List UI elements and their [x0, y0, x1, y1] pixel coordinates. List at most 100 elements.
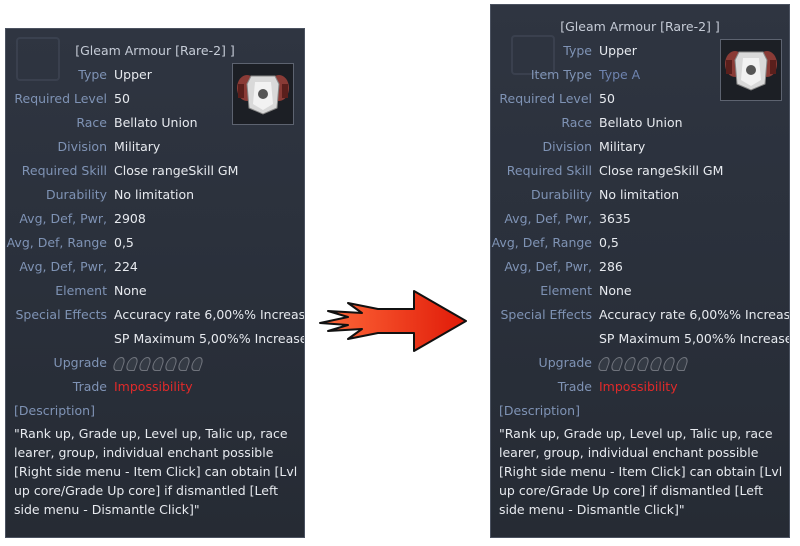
stat-value: Accuracy rate 6,00%% Increase [599, 307, 790, 322]
stat-label: Avg, Def, Pwr, [504, 259, 592, 274]
stat-row-special-effects: Special Effects Accuracy rate 6,00%% Inc… [6, 307, 305, 327]
stat-row-race: Race Bellato Union [491, 115, 789, 135]
talic-slot-icon [596, 357, 612, 371]
talic-slot-icon [137, 357, 153, 371]
talic-slot-icon [622, 357, 638, 371]
stat-label: Avg, Def, Range [491, 235, 592, 250]
talic-slot-icon [648, 357, 664, 371]
stat-value: 3635 [599, 211, 631, 226]
stat-label: Type [78, 67, 107, 82]
stat-value: Close rangeSkill GM [114, 163, 239, 178]
stat-label: Upgrade [538, 355, 592, 370]
stat-row-def-range: Avg, Def, Range 0,5 [491, 235, 789, 255]
stat-label: Required Level [499, 91, 592, 106]
talic-slot-icon [124, 357, 140, 371]
stat-row-race: Race Bellato Union [6, 115, 304, 135]
talic-slot-icon [635, 357, 651, 371]
stat-label: Special Effects [500, 307, 593, 322]
stat-row-trade: Trade Impossibility [6, 379, 304, 399]
stat-value: Military [114, 139, 161, 154]
stat-label: Required Skill [506, 163, 592, 178]
stat-row-durability: Durability No limitation [6, 187, 304, 207]
description-text: "Rank up, Grade up, Level up, Talic up, … [499, 426, 783, 517]
stat-label: Upgrade [53, 355, 107, 370]
stat-value: Bellato Union [599, 115, 683, 130]
stat-label: Race [561, 115, 592, 130]
stat-row-special-effects: Special Effects Accuracy rate 6,00%% Inc… [491, 307, 790, 327]
stat-label: Trade [72, 379, 107, 394]
stat-row-trade: Trade Impossibility [491, 379, 789, 399]
stat-label: Trade [557, 379, 592, 394]
stat-row-def-power: Avg, Def, Pwr, 3635 [491, 211, 789, 231]
stat-value: Bellato Union [114, 115, 198, 130]
stat-value: 2908 [114, 211, 146, 226]
description-header: [Description] [499, 403, 580, 418]
stat-row-required-skill: Required Skill Close rangeSkill GM [6, 163, 304, 183]
stat-row-required-skill: Required Skill Close rangeSkill GM [491, 163, 789, 183]
stat-row-required-level: Required Level 50 [6, 91, 304, 111]
stat-row-division: Division Military [491, 139, 789, 159]
talic-slot-icon [189, 357, 205, 371]
stat-row-type: Type Upper [491, 43, 789, 63]
stat-value: Impossibility [599, 379, 678, 394]
stat-label: Type [563, 43, 592, 58]
stat-value: 0,5 [599, 235, 619, 250]
stat-value: SP Maximum 5,00%% Increase [114, 331, 305, 346]
stat-value: None [114, 283, 147, 298]
stat-value: 50 [114, 91, 130, 106]
stat-label: Special Effects [15, 307, 108, 322]
stat-row-type: Type Upper [6, 67, 304, 87]
stat-value: Military [599, 139, 646, 154]
stat-value: 50 [599, 91, 615, 106]
talic-slot-icon [163, 357, 179, 371]
stat-row-division: Division Military [6, 139, 304, 159]
stat-row-upgrade: Upgrade [491, 355, 789, 375]
stat-value: Upper [114, 67, 152, 82]
stat-label: Avg, Def, Range [6, 235, 107, 250]
stat-row-required-level: Required Level 50 [491, 91, 789, 111]
stat-row-element: Element None [6, 283, 304, 303]
stat-label: Avg, Def, Pwr, [19, 259, 107, 274]
stat-value: Accuracy rate 6,00%% Increase [114, 307, 305, 322]
stat-label: Division [57, 139, 107, 154]
stat-row-def-range: Avg, Def, Range 0,5 [6, 235, 304, 255]
stat-row-durability: Durability No limitation [491, 187, 789, 207]
stat-label: Durability [46, 187, 107, 202]
talic-slot-icon [661, 357, 677, 371]
arrow-right-icon [319, 290, 467, 352]
stat-label: Race [76, 115, 107, 130]
stat-label: Avg, Def, Pwr, [504, 211, 592, 226]
stat-value: Upper [599, 43, 637, 58]
stat-row-special-effects-2: SP Maximum 5,00%% Increase [6, 331, 304, 351]
stat-value: Close rangeSkill GM [599, 163, 724, 178]
stat-value: No limitation [599, 187, 680, 202]
upgrade-slots [596, 357, 690, 371]
stat-value: No limitation [114, 187, 195, 202]
item-title: [Gleam Armour [Rare-2] ] [75, 43, 235, 58]
stat-label: Avg, Def, Pwr, [19, 211, 107, 226]
stat-value: Type A [599, 67, 641, 82]
stat-label: Element [540, 283, 592, 298]
stat-row-def-power: Avg, Def, Pwr, 2908 [6, 211, 304, 231]
item-title: [Gleam Armour [Rare-2] ] [560, 19, 720, 34]
stat-value: Impossibility [114, 379, 193, 394]
stat-value: 286 [599, 259, 623, 274]
upgrade-slots [111, 357, 205, 371]
talic-slot-icon [674, 357, 690, 371]
stat-label: Item Type [530, 67, 592, 82]
stat-row-item-type: Item Type Type A [491, 67, 789, 87]
tooltip-before: [Gleam Armour [Rare-2] ] Type Upper Requ… [5, 28, 305, 538]
stat-row-element: Element None [491, 283, 789, 303]
stat-row-def-power-2: Avg, Def, Pwr, 224 [6, 259, 304, 279]
stat-row-def-power-2: Avg, Def, Pwr, 286 [491, 259, 789, 279]
stat-label: Durability [531, 187, 592, 202]
talic-slot-icon [176, 357, 192, 371]
stat-label: Division [542, 139, 592, 154]
stat-value: 224 [114, 259, 138, 274]
stat-value: SP Maximum 5,00%% Increase [599, 331, 790, 346]
description-text: "Rank up, Grade up, Level up, Talic up, … [14, 426, 298, 517]
stat-value: 0,5 [114, 235, 134, 250]
description-header: [Description] [14, 403, 95, 418]
stat-label: Required Skill [21, 163, 107, 178]
talic-slot-icon [150, 357, 166, 371]
